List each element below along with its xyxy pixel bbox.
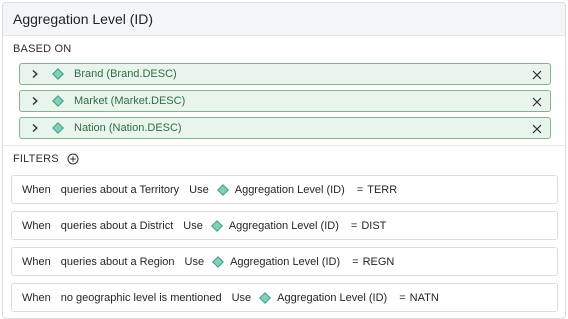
- aggregation-level-panel: Aggregation Level (ID) BASED ON Brand (B…: [2, 2, 566, 319]
- rule-use: Use: [184, 255, 205, 268]
- section-divider: [3, 145, 565, 146]
- diamond-icon: [210, 219, 223, 232]
- diamond-icon: [47, 68, 69, 80]
- diamond-icon: [216, 183, 229, 196]
- rule-when: When: [22, 183, 51, 196]
- rule-when: When: [22, 291, 51, 304]
- rule-condition: queries about a District: [60, 219, 174, 232]
- rule-condition: queries about a Region: [60, 255, 175, 268]
- close-icon[interactable]: [529, 121, 545, 137]
- chevron-right-icon[interactable]: [23, 69, 47, 79]
- rule-when: When: [22, 219, 51, 232]
- filter-rule[interactable]: When queries about a District Use Aggreg…: [11, 211, 558, 240]
- rule-value: TERR: [367, 183, 398, 196]
- plus-circle-icon[interactable]: [67, 153, 79, 165]
- filters-header: FILTERS: [13, 153, 79, 165]
- diamond-icon: [259, 291, 272, 304]
- filters-label: FILTERS: [13, 153, 59, 165]
- based-on-item-nation[interactable]: Nation (Nation.DESC): [19, 117, 551, 139]
- based-on-item-brand[interactable]: Brand (Brand.DESC): [19, 63, 551, 85]
- rule-operator: =: [350, 219, 358, 232]
- rule-value: DIST: [361, 219, 387, 232]
- diamond-icon: [47, 95, 69, 107]
- chevron-right-icon[interactable]: [23, 96, 47, 106]
- rule-condition: no geographic level is mentioned: [60, 291, 222, 304]
- rule-use: Use: [189, 183, 209, 196]
- rule-condition: queries about a Territory: [60, 183, 180, 196]
- diamond-icon: [212, 255, 224, 268]
- rule-field: Aggregation Level (ID): [277, 291, 388, 304]
- rule-field: Aggregation Level (ID): [234, 183, 345, 196]
- based-on-list: Brand (Brand.DESC) Market (Market.DESC): [19, 63, 551, 144]
- rule-operator: =: [352, 255, 359, 268]
- rule-operator: =: [399, 291, 406, 304]
- based-on-item-label: Market (Market.DESC): [74, 95, 186, 107]
- panel-header: Aggregation Level (ID): [3, 3, 565, 36]
- rule-field: Aggregation Level (ID): [228, 219, 339, 232]
- close-icon[interactable]: [529, 94, 545, 110]
- filter-rule[interactable]: When queries about a Territory Use Aggre…: [11, 175, 558, 204]
- chevron-right-icon[interactable]: [23, 123, 47, 133]
- rule-field: Aggregation Level (ID): [230, 255, 341, 268]
- based-on-item-label: Brand (Brand.DESC): [74, 68, 177, 80]
- based-on-item-label: Nation (Nation.DESC): [74, 122, 182, 134]
- diamond-icon: [47, 122, 69, 134]
- filter-rule[interactable]: When no geographic level is mentioned Us…: [11, 283, 558, 312]
- filter-rule[interactable]: When queries about a Region Use Aggregat…: [11, 247, 558, 276]
- rule-when: When: [22, 255, 51, 268]
- filter-rules-list: When queries about a Territory Use Aggre…: [11, 175, 558, 318]
- rule-operator: =: [356, 183, 364, 196]
- rule-use: Use: [183, 219, 203, 232]
- based-on-label: BASED ON: [13, 43, 72, 55]
- rule-value: REGN: [362, 255, 395, 268]
- close-icon[interactable]: [529, 67, 545, 83]
- rule-value: NATN: [409, 291, 439, 304]
- panel-title: Aggregation Level (ID): [13, 11, 154, 27]
- rule-use: Use: [231, 291, 252, 304]
- based-on-item-market[interactable]: Market (Market.DESC): [19, 90, 551, 112]
